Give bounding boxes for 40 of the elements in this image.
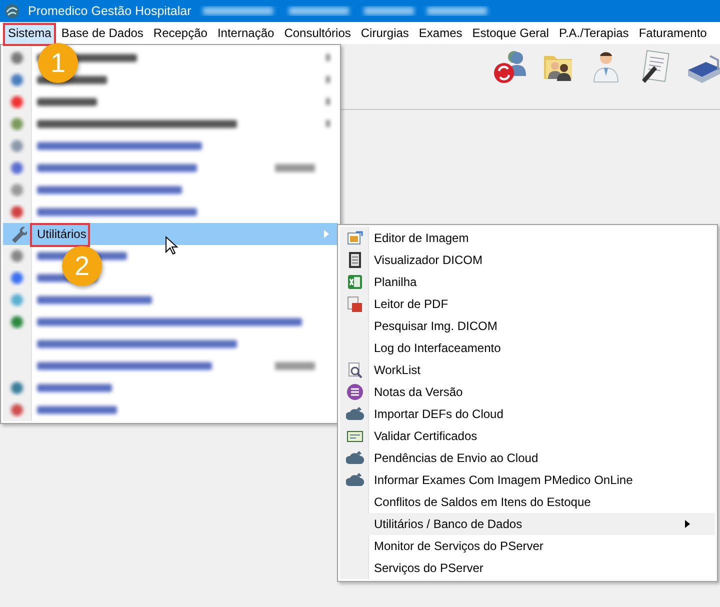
- menu-item[interactable]: Planilha: [340, 271, 715, 293]
- menu-item[interactable]: Visualizador DICOM: [340, 249, 715, 271]
- pdf-icon: [346, 295, 364, 313]
- menu-bar-item[interactable]: P.A./Terapias: [554, 22, 634, 44]
- spreadsheet-icon: [346, 273, 364, 291]
- document-search-icon: [346, 361, 364, 379]
- menu-bar-item[interactable]: Consultórios: [279, 22, 356, 44]
- cloud-icon: [346, 449, 364, 467]
- menu-bar-item[interactable]: Recepção: [148, 22, 212, 44]
- menu-item[interactable]: Editor de Imagem: [340, 227, 715, 249]
- list-icon: [346, 383, 364, 401]
- window-title: Promedico Gestão Hospitalar: [28, 2, 192, 20]
- menu-item[interactable]: Importar DEFs do Cloud: [340, 403, 715, 425]
- cloud-icon: [346, 405, 364, 423]
- menu-bar-item[interactable]: Estoque Geral: [467, 22, 554, 44]
- menu-bar-item[interactable]: Internação: [212, 22, 280, 44]
- menu-item[interactable]: WorkList: [340, 359, 715, 381]
- mouse-cursor-icon: [165, 236, 179, 256]
- menu-item[interactable]: Leitor de PDF: [340, 293, 715, 315]
- menu-item[interactable]: Serviços do PServer: [340, 557, 715, 579]
- menu-item[interactable]: Notas da Versão: [340, 381, 715, 403]
- menu-item[interactable]: Validar Certificados: [340, 425, 715, 447]
- cloud-icon: [346, 471, 364, 489]
- submenu-arrow-icon: [324, 230, 330, 238]
- app-logo-icon: [4, 3, 20, 19]
- menu-bar-item[interactable]: Faturamento: [634, 22, 712, 44]
- menu-item[interactable]: Informar Exames Com Imagem PMedico OnLine: [340, 469, 715, 491]
- menu-item[interactable]: Conflitos de Saldos em Itens do Estoque: [340, 491, 715, 513]
- dicom-viewer-icon: [346, 251, 364, 269]
- menu-item[interactable]: Log do Interfaceamento: [340, 337, 715, 359]
- users-refresh-icon: [492, 48, 528, 84]
- image-editor-icon: [346, 229, 364, 247]
- menu-item[interactable]: Pesquisar Img. DICOM: [340, 315, 715, 337]
- menu-bar-item[interactable]: Base de Dados: [56, 22, 148, 44]
- menu-item[interactable]: Monitor de Serviços do PServer: [340, 535, 715, 557]
- submenu-arrow-icon: [685, 520, 691, 528]
- menu-bar-item[interactable]: Exames: [414, 22, 468, 44]
- highlight-frame: [30, 223, 90, 247]
- menu-item[interactable]: Pendências de Envio ao Cloud: [340, 447, 715, 469]
- menu-bar-item[interactable]: Cirurgias: [356, 22, 414, 44]
